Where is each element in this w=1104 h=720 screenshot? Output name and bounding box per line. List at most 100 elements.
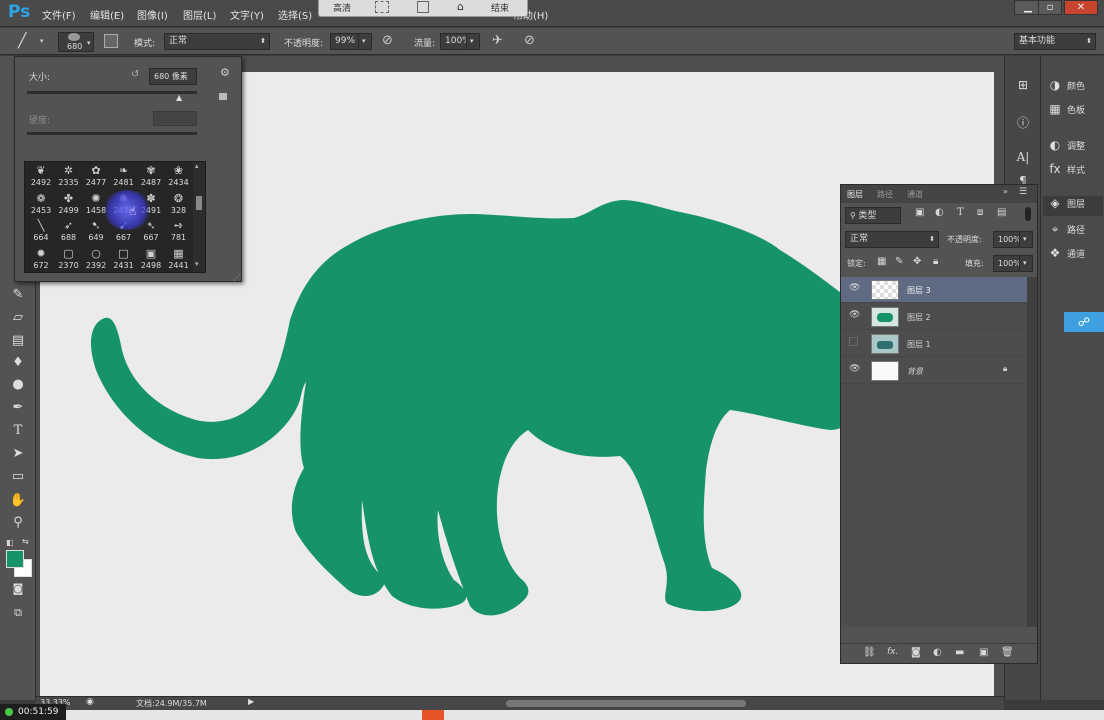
layers-scrollbar[interactable] bbox=[1027, 277, 1037, 627]
panel-paths[interactable]: ⌖ 路径 bbox=[1047, 222, 1103, 242]
close-button[interactable]: ✕ bbox=[1064, 0, 1098, 15]
foreground-color-swatch[interactable] bbox=[6, 550, 24, 568]
filter-smart-icon[interactable]: ▤ bbox=[997, 207, 1006, 218]
horizontal-scrollbar[interactable] bbox=[506, 700, 746, 707]
filter-toggle[interactable] bbox=[1025, 207, 1031, 221]
opacity-input[interactable]: 99% bbox=[330, 33, 360, 50]
pressure-opacity-icon[interactable]: ⊘ bbox=[382, 33, 393, 48]
quality-button[interactable]: 高清 bbox=[333, 1, 351, 14]
path-select-icon[interactable]: ➤ bbox=[8, 445, 28, 463]
scroll-thumb[interactable] bbox=[196, 196, 202, 210]
opacity-slider-toggle[interactable]: ▾ bbox=[358, 33, 372, 50]
brush-preset[interactable]: ❁ 2453 bbox=[28, 192, 54, 218]
size-slider-handle[interactable]: ▲ bbox=[176, 93, 182, 102]
new-layer-icon[interactable]: ▣ bbox=[979, 647, 988, 658]
airbrush-icon[interactable]: ✈ bbox=[492, 33, 503, 48]
menu-select[interactable]: 选择(S) bbox=[278, 7, 312, 22]
brush-preset[interactable]: ✲ 2335 bbox=[56, 164, 82, 190]
blend-mode-select[interactable]: 正常 ⬍ bbox=[845, 231, 939, 248]
hardness-input[interactable] bbox=[153, 111, 197, 126]
home-icon[interactable]: ⌂ bbox=[457, 0, 464, 13]
rectangle-tool-icon[interactable]: ▭ bbox=[8, 468, 28, 486]
eraser-icon[interactable]: ▱ bbox=[8, 309, 28, 327]
brush-preset[interactable]: ➶ 688 bbox=[56, 219, 82, 245]
brush-preset[interactable]: ✹ 672 bbox=[28, 247, 54, 273]
adjustment-layer-icon[interactable]: ◐ bbox=[933, 647, 942, 658]
menu-file[interactable]: 文件(F) bbox=[42, 7, 76, 22]
brush-preset[interactable]: ❂ 328 bbox=[166, 192, 192, 218]
menu-type[interactable]: 文字(Y) bbox=[230, 7, 264, 22]
info-icon[interactable]: ⓘ bbox=[1013, 114, 1033, 132]
delete-layer-icon[interactable]: 🗑︎ bbox=[1001, 647, 1014, 658]
size-slider-track[interactable] bbox=[27, 91, 197, 94]
panel-menu-icon[interactable]: ☰ bbox=[1019, 187, 1027, 197]
flow-input[interactable]: 100% bbox=[440, 33, 471, 50]
layer-row[interactable]: 👁︎ 图层 3 bbox=[841, 277, 1027, 303]
tab-paths[interactable]: 路径 bbox=[877, 189, 893, 200]
character-icon[interactable]: A| bbox=[1013, 150, 1033, 168]
lock-pixels-icon[interactable]: ✎ bbox=[895, 256, 903, 267]
menu-image[interactable]: 图像(I) bbox=[137, 7, 168, 22]
layer-name[interactable]: 图层 3 bbox=[907, 285, 931, 296]
brush-preset[interactable]: ╲ 664 bbox=[28, 219, 54, 245]
blur-icon[interactable]: ♦ bbox=[8, 354, 28, 372]
panel-adjustments[interactable]: ◐ 调整 bbox=[1047, 138, 1103, 158]
layer-name[interactable]: 图层 1 bbox=[907, 339, 931, 350]
new-preset-icon[interactable] bbox=[219, 93, 227, 100]
brush-preset[interactable]: ✤ 2499 bbox=[56, 192, 82, 218]
layer-row[interactable]: 👁︎ 背景 🔒︎ bbox=[841, 358, 1027, 384]
visibility-off-box[interactable] bbox=[849, 337, 858, 346]
tool-preset-arrow-icon[interactable]: ▾ bbox=[40, 37, 44, 45]
brush-preset[interactable]: ▣ 2498 bbox=[138, 247, 164, 273]
lock-transparency-icon[interactable]: ▦ bbox=[877, 256, 886, 267]
workspace-select[interactable]: 基本功能 ⬍ bbox=[1014, 33, 1096, 50]
quick-mask-icon[interactable]: ◙ bbox=[8, 580, 28, 598]
eye-icon[interactable]: 👁︎ bbox=[849, 283, 860, 293]
status-arrow-icon[interactable]: ▶ bbox=[248, 697, 254, 706]
brush-preset-picker[interactable]: 680 ▾ bbox=[58, 32, 94, 52]
brush-preset[interactable]: ❧ 2481 bbox=[111, 164, 137, 190]
type-tool-icon[interactable]: T bbox=[8, 422, 28, 440]
brush-preset[interactable]: ❦ 2492 bbox=[28, 164, 54, 190]
brush-preset[interactable]: ○ 2392 bbox=[83, 247, 109, 273]
end-button[interactable]: 结束 bbox=[491, 1, 509, 14]
tab-layers[interactable]: 图层 bbox=[847, 189, 863, 200]
region-icon[interactable] bbox=[375, 1, 389, 13]
new-group-icon[interactable]: ▬ bbox=[955, 647, 964, 658]
add-mask-icon[interactable]: ◙ bbox=[911, 647, 921, 658]
maximize-button[interactable]: ▫ bbox=[1038, 0, 1062, 15]
default-colors-icon[interactable]: ◧ bbox=[6, 538, 14, 547]
brush-preset[interactable]: ➺ 781 bbox=[166, 219, 192, 245]
menu-edit[interactable]: 编辑(E) bbox=[90, 7, 124, 22]
layer-opacity-toggle[interactable]: ▾ bbox=[1019, 231, 1033, 248]
fill-input[interactable]: 100% bbox=[993, 255, 1021, 272]
brush-preset[interactable]: ✾ 2487 bbox=[138, 164, 164, 190]
tab-channels[interactable]: 通道 bbox=[907, 189, 923, 200]
brush-preset[interactable]: □ 2431 bbox=[111, 247, 137, 273]
eye-icon[interactable]: 👁︎ bbox=[849, 310, 860, 320]
panel-styles[interactable]: fx 样式 bbox=[1047, 162, 1103, 182]
hardness-slider-track[interactable] bbox=[27, 132, 197, 135]
floating-share-icon[interactable]: ☍ bbox=[1064, 312, 1104, 332]
dodge-icon[interactable]: ● bbox=[8, 376, 28, 394]
lock-position-icon[interactable]: ✥ bbox=[913, 256, 921, 267]
brush-preset[interactable]: ▢ 2370 bbox=[56, 247, 82, 273]
layer-opacity-input[interactable]: 100% bbox=[993, 231, 1021, 248]
scroll-up-icon[interactable]: ▴ bbox=[195, 162, 199, 170]
panel-color[interactable]: ◑ 颜色 bbox=[1047, 78, 1103, 98]
gradient-icon[interactable]: ▤ bbox=[8, 332, 28, 350]
lock-all-icon[interactable]: 🔒︎ bbox=[933, 256, 938, 267]
layer-name[interactable]: 图层 2 bbox=[907, 312, 931, 323]
collapse-icon[interactable]: » bbox=[1003, 187, 1008, 196]
filter-pixel-icon[interactable]: ▣ bbox=[915, 207, 924, 218]
fx-icon[interactable]: fx. bbox=[887, 647, 898, 657]
filter-type-icon[interactable]: T bbox=[957, 207, 964, 218]
hand-icon[interactable]: ✋ bbox=[8, 492, 28, 510]
panel-layers[interactable]: ◈ 图层 bbox=[1043, 196, 1103, 216]
brush-preset[interactable]: ❀ 2434 bbox=[166, 164, 192, 190]
panel-swatches[interactable]: ▦ 色板 bbox=[1047, 102, 1103, 122]
layer-name[interactable]: 背景 bbox=[907, 366, 923, 377]
filter-kind-select[interactable]: ⚲ 类型 bbox=[845, 207, 901, 224]
healing-brush-icon[interactable]: ✎ bbox=[8, 286, 28, 304]
flow-slider-toggle[interactable]: ▾ bbox=[466, 33, 480, 50]
